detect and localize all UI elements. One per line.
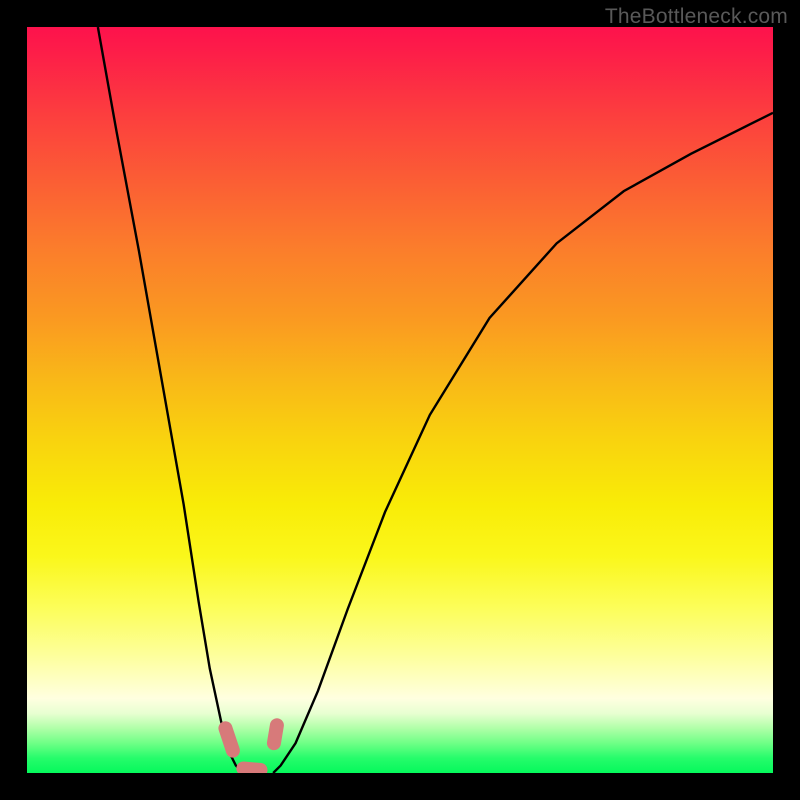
marker-left-upper <box>225 728 232 750</box>
marker-right-upper <box>274 725 277 743</box>
curve-left-curve <box>98 27 243 773</box>
curve-svg <box>27 27 773 773</box>
curves-group <box>98 27 773 773</box>
plot-area <box>27 27 773 773</box>
markers-group <box>225 725 276 770</box>
watermark-text: TheBottleneck.com <box>605 5 788 29</box>
chart-container: TheBottleneck.com <box>0 0 800 800</box>
curve-right-curve <box>273 113 773 773</box>
marker-bottom <box>243 769 260 771</box>
